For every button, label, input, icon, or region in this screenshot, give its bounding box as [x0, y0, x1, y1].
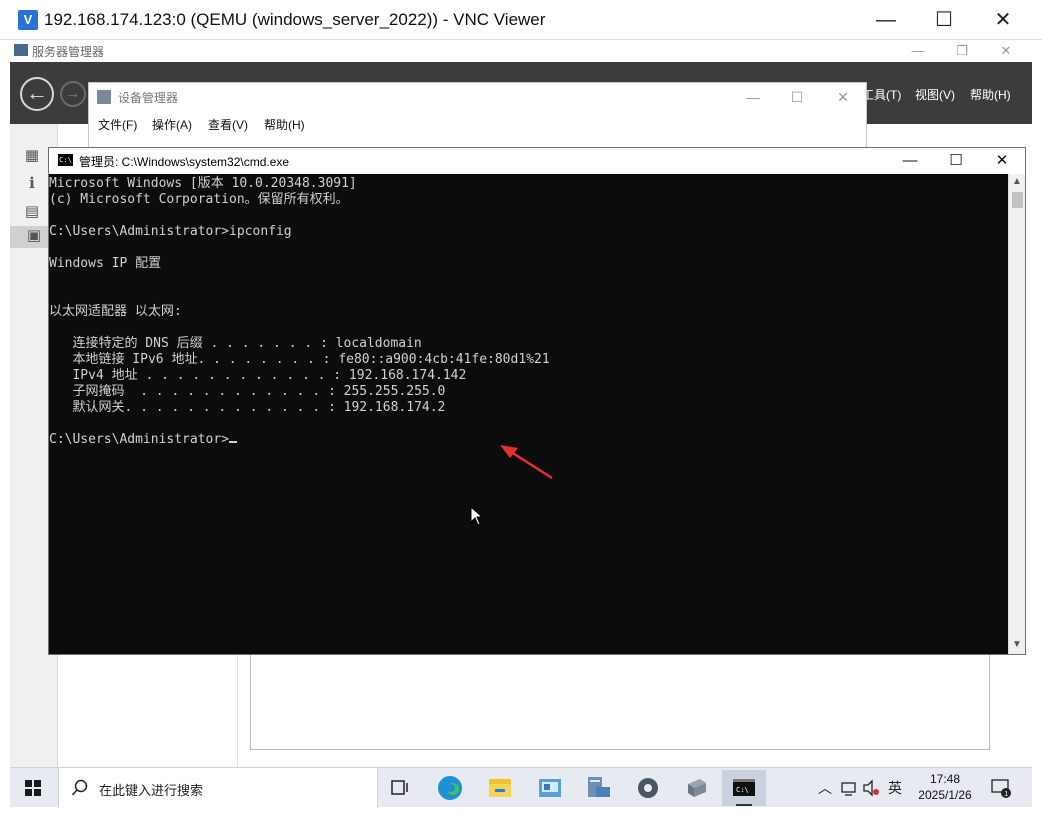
network-status-icon[interactable] — [840, 779, 858, 797]
cmd-output-line: 子网掩码 . . . . . . . . . . . . : 255.255.2… — [49, 384, 446, 399]
vnc-viewer-window: V 192.168.174.123:0 (QEMU (windows_serve… — [0, 0, 1042, 815]
task-view-icon — [391, 780, 408, 795]
search-icon — [71, 779, 88, 796]
network-server-icon — [688, 779, 706, 797]
vnc-logo-icon: V — [18, 10, 38, 30]
cmd-console[interactable]: Microsoft Windows [版本 10.0.20348.3091] (c… — [49, 174, 1008, 654]
vnc-titlebar[interactable]: V 192.168.174.123:0 (QEMU (windows_serve… — [0, 0, 1042, 40]
server-manager-taskbar-button[interactable] — [576, 770, 620, 806]
cmd-titlebar[interactable]: C:\ 管理员: C:\Windows\system32\cmd.exe — ☐… — [49, 148, 1025, 174]
cmd-output-line: 以太网适配器 以太网: — [49, 304, 182, 319]
cmd-output-line: 默认网关. . . . . . . . . . . . . : 192.168.… — [49, 400, 446, 415]
windows-logo-icon — [25, 780, 41, 796]
dm-menu-view[interactable]: 查看(V) — [208, 116, 248, 133]
text-cursor — [229, 441, 238, 443]
cmd-output-line: IPv4 地址 . . . . . . . . . . . . : 192.16… — [49, 368, 467, 383]
dashboard-icon[interactable]: ▦ — [22, 146, 42, 166]
taskbar-search-box[interactable]: 在此键入进行搜索 — [58, 768, 378, 808]
sm-menu-tools[interactable]: 工具(T) — [862, 86, 901, 103]
cmd-minimize-button[interactable]: — — [887, 148, 933, 174]
mouse-pointer-icon — [470, 506, 484, 526]
sm-menu-help[interactable]: 帮助(H) — [970, 86, 1011, 103]
vnc-minimize-button[interactable]: — — [862, 4, 910, 36]
sm-restore-button[interactable]: ❐ — [942, 41, 982, 61]
notification-center-icon[interactable]: 1 — [990, 777, 1012, 799]
cmd-maximize-button[interactable]: ☐ — [933, 148, 979, 174]
edge-button[interactable] — [428, 770, 472, 806]
red-arrow-annotation-icon — [500, 445, 553, 480]
cmd-output-line: (c) Microsoft Corporation。保留所有权利。 — [49, 192, 349, 207]
local-server-icon[interactable]: ℹ — [22, 174, 42, 194]
taskbar: 在此键入进行搜索 C:\ ︿ 英 17:48 2025/1/26 1 — [10, 767, 1032, 808]
dm-menu-file[interactable]: 文件(F) — [98, 116, 137, 133]
sm-minimize-button[interactable]: — — [898, 41, 938, 61]
settings-icon — [638, 778, 658, 798]
settings-button[interactable] — [626, 770, 670, 806]
device-manager-icon — [97, 90, 111, 104]
search-placeholder: 在此键入进行搜索 — [99, 783, 204, 798]
cmd-output-line: Windows IP 配置 — [49, 256, 162, 271]
file-explorer-button[interactable] — [478, 770, 522, 806]
scroll-thumb[interactable] — [1012, 192, 1023, 208]
dm-menu-help[interactable]: 帮助(H) — [264, 116, 305, 133]
all-servers-icon[interactable]: ▤ — [22, 202, 42, 222]
remote-desktop[interactable]: 服务器管理器 — ❐ ✕ ← → 工具(T) 视图(V) 帮助(H) ▦ ℹ ▤… — [10, 40, 1032, 767]
volume-muted-icon[interactable] — [862, 779, 880, 797]
cmd-output-line: 连接特定的 DNS 后缀 . . . . . . . : localdomain — [49, 336, 422, 351]
cmd-title: 管理员: C:\Windows\system32\cmd.exe — [79, 155, 290, 169]
control-panel-button[interactable] — [528, 770, 572, 806]
notification-count: 1 — [1004, 791, 1008, 798]
scroll-down-arrow-icon[interactable]: ▼ — [1011, 639, 1023, 651]
edge-icon — [438, 776, 462, 800]
cmd-output-line: 本地链接 IPv6 地址. . . . . . . . : fe80::a900… — [49, 352, 550, 367]
cmd-output-line: C:\Users\Administrator> — [49, 432, 238, 448]
forward-arrow-icon[interactable]: → — [60, 81, 86, 107]
server-manager-titlebar[interactable]: 服务器管理器 — ❐ ✕ — [10, 40, 1032, 62]
svg-text:C:\: C:\ — [736, 786, 749, 794]
cmd-output-line: Microsoft Windows [版本 10.0.20348.3091] — [49, 176, 357, 191]
sm-close-button[interactable]: ✕ — [986, 41, 1026, 61]
ime-indicator[interactable]: 英 — [888, 778, 902, 798]
dm-minimize-button[interactable]: — — [731, 85, 775, 109]
tray-overflow-chevron-icon[interactable]: ︿ — [818, 778, 832, 798]
cmd-taskbar-button[interactable]: C:\ — [722, 770, 766, 806]
cmd-icon: C:\ — [733, 779, 755, 796]
sm-menu-view[interactable]: 视图(V) — [915, 86, 955, 103]
vnc-close-button[interactable]: ✕ — [979, 4, 1027, 36]
start-button[interactable] — [10, 768, 56, 808]
taskbar-clock[interactable]: 17:48 2025/1/26 — [908, 771, 982, 803]
cmd-scrollbar[interactable]: ▲ ▼ — [1008, 174, 1025, 654]
server-manager-icon — [588, 777, 610, 797]
dm-maximize-button[interactable]: ☐ — [775, 85, 819, 109]
cmd-window[interactable]: C:\ 管理员: C:\Windows\system32\cmd.exe — ☐… — [48, 147, 1026, 655]
device-manager-title: 设备管理器 — [118, 91, 179, 105]
clock-date: 2025/1/26 — [918, 788, 972, 802]
cmd-icon: C:\ — [58, 154, 73, 166]
dm-menu-action[interactable]: 操作(A) — [152, 116, 192, 133]
server-manager-content-tile — [250, 646, 990, 750]
clock-time: 17:48 — [929, 772, 961, 786]
cmd-output-line: C:\Users\Administrator>ipconfig — [49, 224, 292, 239]
cmd-close-button[interactable]: ✕ — [979, 148, 1025, 174]
control-panel-icon — [539, 779, 561, 797]
server-manager-icon — [14, 44, 28, 56]
file-explorer-icon — [489, 779, 511, 797]
dm-close-button[interactable]: ✕ — [821, 85, 865, 109]
scroll-up-arrow-icon[interactable]: ▲ — [1011, 176, 1023, 188]
vnc-maximize-button[interactable]: ☐ — [920, 4, 968, 36]
back-arrow-icon[interactable]: ← — [20, 77, 54, 111]
task-view-button[interactable] — [378, 770, 422, 806]
server-manager-title: 服务器管理器 — [32, 45, 105, 59]
vnc-window-title: 192.168.174.123:0 (QEMU (windows_server_… — [44, 10, 546, 29]
network-server-button[interactable] — [674, 770, 718, 806]
